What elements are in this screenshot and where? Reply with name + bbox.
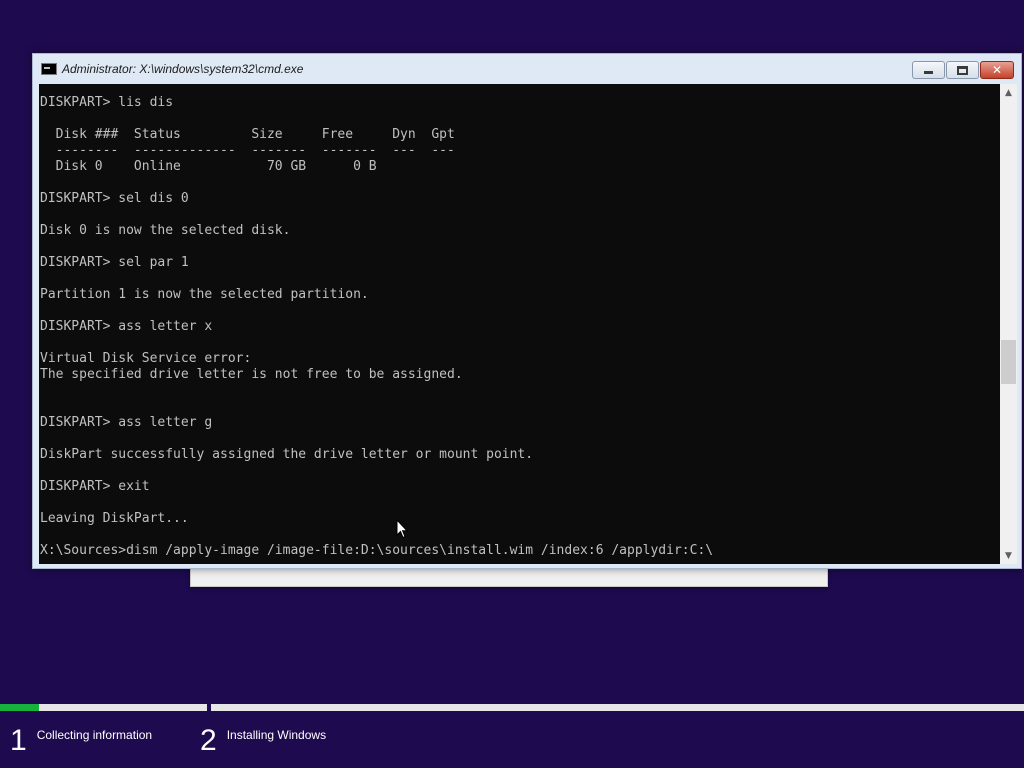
scroll-down-icon[interactable]: ▼ bbox=[1000, 547, 1017, 564]
console-line: DISKPART> ass letter g bbox=[40, 415, 213, 430]
maximize-button[interactable] bbox=[946, 61, 979, 79]
setup-progress-bar bbox=[0, 702, 1024, 713]
progress-segment-collecting bbox=[0, 704, 207, 711]
scrollbar-thumb[interactable] bbox=[1001, 340, 1016, 384]
progress-fill bbox=[0, 704, 40, 711]
console-line: Leaving DiskPart... bbox=[40, 511, 189, 526]
console-line: DISKPART> ass letter x bbox=[40, 319, 213, 334]
console-line: X:\Sources>dism /apply-image /image-file… bbox=[40, 543, 714, 558]
console-output[interactable]: DISKPART> lis dis Disk ### Status Size F… bbox=[39, 84, 1000, 564]
setup-step-installing: 2 Installing Windows bbox=[200, 724, 326, 758]
vertical-scrollbar[interactable]: ▲ ▼ bbox=[1000, 84, 1017, 564]
console-line: -------- ------------- ------- ------- -… bbox=[40, 143, 455, 158]
step-number: 2 bbox=[200, 724, 217, 757]
console-line: Disk 0 Online 70 GB 0 B bbox=[40, 159, 377, 174]
scroll-up-icon[interactable]: ▲ bbox=[1000, 84, 1017, 101]
close-button[interactable]: ✕ bbox=[980, 61, 1014, 79]
step-label: Installing Windows bbox=[226, 728, 327, 742]
setup-step-collecting: 1 Collecting information bbox=[10, 724, 152, 758]
minimize-icon bbox=[924, 71, 933, 74]
maximize-icon bbox=[957, 65, 968, 75]
mouse-cursor-icon bbox=[396, 519, 408, 539]
window-title: Administrator: X:\windows\system32\cmd.e… bbox=[62, 62, 304, 76]
step-label: Collecting information bbox=[36, 728, 153, 742]
console-line: DISKPART> exit bbox=[40, 479, 150, 494]
console-line: Disk 0 is now the selected disk. bbox=[40, 223, 291, 238]
window-controls: ✕ bbox=[912, 61, 1014, 79]
console-line: Partition 1 is now the selected partitio… bbox=[40, 287, 369, 302]
progress-segment-installing bbox=[211, 704, 1024, 711]
step-number: 1 bbox=[10, 724, 27, 757]
console-line: Virtual Disk Service error: bbox=[40, 351, 252, 366]
titlebar[interactable]: Administrator: X:\windows\system32\cmd.e… bbox=[33, 54, 1021, 84]
console-line: Disk ### Status Size Free Dyn Gpt bbox=[40, 127, 455, 142]
console-line: DISKPART> sel par 1 bbox=[40, 255, 189, 270]
console-line: DISKPART> lis dis bbox=[40, 95, 174, 110]
console-line: DISKPART> sel dis 0 bbox=[40, 191, 189, 206]
minimize-button[interactable] bbox=[912, 61, 945, 79]
console-icon bbox=[41, 63, 57, 75]
close-icon: ✕ bbox=[991, 63, 1003, 77]
console-line: DiskPart successfully assigned the drive… bbox=[40, 447, 534, 462]
console-line: The specified drive letter is not free t… bbox=[40, 367, 463, 382]
cmd-window[interactable]: Administrator: X:\windows\system32\cmd.e… bbox=[32, 53, 1022, 569]
